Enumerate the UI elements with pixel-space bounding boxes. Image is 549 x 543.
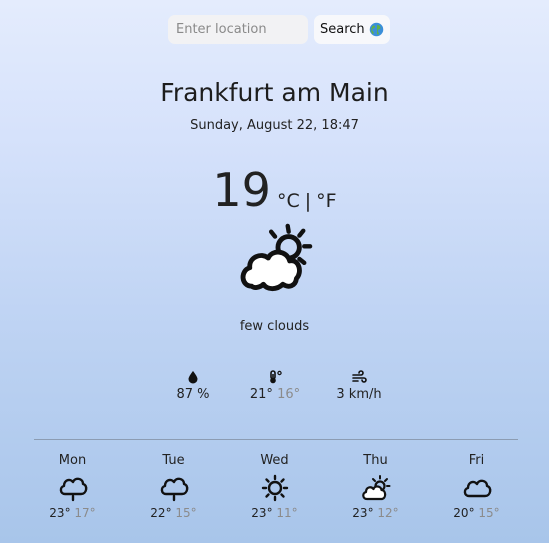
weather-description: few clouds <box>239 319 310 334</box>
forecast-min: 12° <box>377 506 399 520</box>
forecast-day-name: Wed <box>260 453 289 468</box>
forecast-day-name: Tue <box>162 453 185 468</box>
forecast-max: 20° <box>453 506 475 520</box>
celsius-unit-link[interactable]: °C <box>277 190 300 212</box>
forecast-max: 23° <box>352 506 374 520</box>
temperature-range-stat: 21° 16° <box>232 370 318 402</box>
temperature-value: 19 <box>212 163 271 217</box>
forecast-temps: 23° 11° <box>224 506 325 520</box>
forecast-temps: 22° 15° <box>123 506 224 520</box>
forecast-day-name: Mon <box>58 453 87 468</box>
temperature-range-value: 21° 16° <box>232 387 318 402</box>
fahrenheit-unit-link[interactable]: °F <box>316 190 336 212</box>
forecast-max: 23° <box>251 506 273 520</box>
temp-max: 21° <box>249 387 273 402</box>
forecast-day: Fri 20° 15° <box>426 453 527 520</box>
date-time: Sunday, August 22, 18:47 <box>190 118 359 133</box>
forecast-min: 11° <box>276 506 298 520</box>
search-input[interactable] <box>168 15 308 44</box>
thermometer-icon <box>270 370 282 384</box>
forecast-min: 17° <box>74 506 96 520</box>
temp-min: 16° <box>277 387 301 402</box>
city-name: Frankfurt am Main <box>160 78 389 107</box>
forecast-day: Wed 23° 11° <box>224 453 325 520</box>
wind-icon <box>352 370 367 383</box>
unit-toggle: °C | °F <box>277 190 337 216</box>
forecast-day: Thu 23° 12° <box>325 453 426 520</box>
forecast-temps: 20° 15° <box>426 506 527 520</box>
rain-cloud-icon <box>160 477 188 502</box>
humidity-value: 87 % <box>176 387 210 402</box>
humidity-stat: 87 % <box>150 370 236 402</box>
forecast-max: 23° <box>49 506 71 520</box>
globe-icon <box>369 22 383 37</box>
forecast-min: 15° <box>478 506 500 520</box>
forecast-min: 15° <box>175 506 197 520</box>
forecast-day-name: Fri <box>468 453 485 468</box>
rain-cloud-icon <box>59 477 87 502</box>
sun-behind-cloud-icon <box>240 223 313 292</box>
current-temperature: 19 °C | °F <box>0 164 549 216</box>
weather-stats: 87 % 21° 16° 3 km/h <box>150 370 400 410</box>
forecast-max: 22° <box>150 506 172 520</box>
unit-separator: | <box>304 190 312 212</box>
forecast-day: Mon 23° 17° <box>22 453 123 520</box>
wind-value: 3 km/h <box>336 387 382 402</box>
search-button[interactable]: Search <box>314 15 390 44</box>
search-button-label: Search <box>320 22 365 37</box>
wind-stat: 3 km/h <box>316 370 402 402</box>
sun-behind-cloud-icon <box>361 475 390 501</box>
cloud-icon <box>463 479 491 498</box>
forecast-day-name: Thu <box>363 453 388 468</box>
droplet-icon <box>188 371 198 384</box>
search-bar: Search <box>168 15 390 44</box>
forecast-temps: 23° 12° <box>325 506 426 520</box>
forecast: Mon 23° 17° Tue 22° 15° Wed 23° 11° Thu … <box>22 453 527 520</box>
forecast-day: Tue 22° 15° <box>123 453 224 520</box>
divider <box>34 439 518 440</box>
sun-icon <box>261 474 288 502</box>
forecast-temps: 23° 17° <box>22 506 123 520</box>
